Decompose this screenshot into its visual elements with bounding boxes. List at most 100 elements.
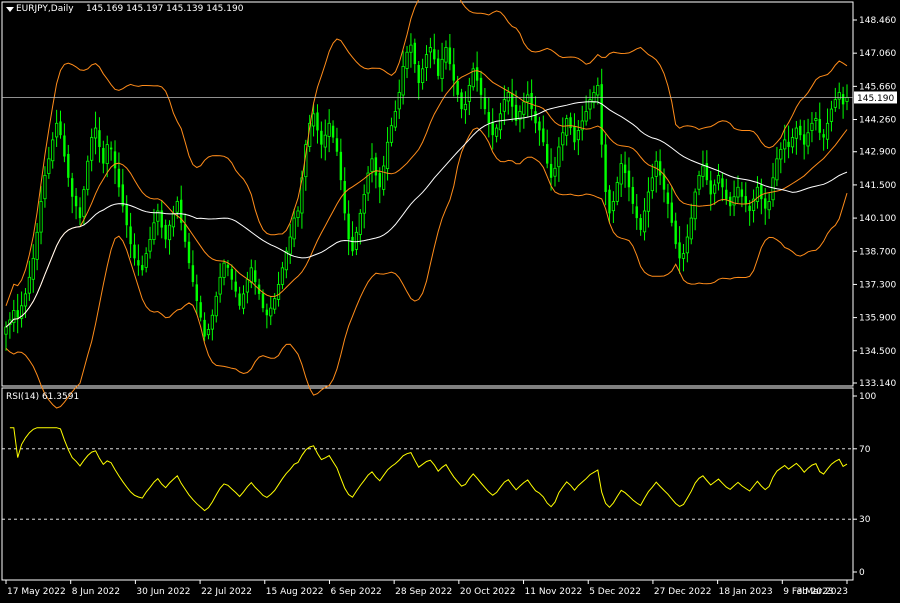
candle-body-down [545, 144, 549, 164]
price-axis-label: 141.500 [859, 181, 896, 191]
candle-body-up [323, 134, 327, 148]
candle-body-down [822, 134, 825, 138]
candle-body-up [783, 139, 787, 150]
candle-body-up [362, 193, 366, 214]
candle-body-down [238, 293, 241, 306]
candle-body-up [148, 239, 152, 252]
candle-body-down [483, 97, 487, 110]
triangle-down-icon[interactable] [6, 7, 14, 12]
candle-body-up [39, 201, 43, 233]
time-axis-label: 17 May 2022 [7, 587, 66, 597]
candle-body-down [433, 49, 436, 60]
candle-body-up [206, 329, 211, 336]
time-axis-label: 8 Jun 2022 [72, 587, 120, 597]
candle-body-down [316, 112, 319, 131]
candle-body-down [335, 138, 339, 152]
candle-body-down [129, 226, 132, 245]
moving-average-line [5, 101, 848, 328]
candle-body-down [378, 172, 381, 188]
candle-body-up [697, 175, 701, 190]
candle-body-up [837, 92, 841, 100]
candle-body-down [63, 135, 66, 157]
candle-body-up [82, 189, 86, 217]
candle-body-up [732, 196, 736, 206]
candle-body-up [685, 236, 689, 254]
candle-body-up [775, 158, 779, 181]
candle-body-down [137, 260, 140, 266]
symbol-label: EURJPY,Daily [16, 4, 74, 14]
candle-body-up [171, 212, 176, 228]
candle-body-up [296, 210, 300, 218]
candle-body-up [23, 293, 28, 307]
candle-body-up [55, 122, 59, 138]
candle-body-up [210, 314, 214, 330]
candle-body-down [740, 189, 744, 197]
candle-body-up [689, 217, 693, 240]
price-axis-label: 142.900 [859, 148, 896, 158]
candle-body-down [631, 186, 635, 204]
candle-body-up [701, 165, 705, 177]
candle-body-up [288, 236, 292, 255]
candle-body-up [401, 66, 405, 96]
candle-body-up [506, 92, 510, 102]
candle-body-up [311, 113, 316, 127]
candle-body-up [385, 141, 390, 169]
bollinger-lower-line [5, 127, 848, 409]
rsi-panel-frame [1, 387, 854, 581]
price-axis-label: 137.300 [859, 280, 896, 290]
candle-body-down [195, 284, 198, 302]
candle-body-up [767, 201, 771, 211]
candle-body-up [463, 103, 468, 111]
candle-body-up [557, 146, 561, 168]
candle-body-down [604, 144, 607, 193]
candle-body-down [448, 47, 452, 65]
candle-body-down [760, 184, 763, 200]
candle-body-up [522, 101, 526, 115]
candle-body-up [245, 279, 249, 293]
candle-body-down [764, 198, 767, 209]
candle-body-down [70, 178, 74, 197]
candle-body-down [436, 58, 440, 76]
candle-body-down [339, 151, 343, 181]
candle-body-down [460, 92, 463, 110]
candle-body-down [510, 92, 514, 107]
candle-body-down [226, 264, 230, 268]
candle-body-down [802, 134, 806, 145]
candle-body-up [584, 111, 588, 122]
time-axis-label: 6 Sep 2022 [330, 587, 381, 597]
candle-body-up [440, 58, 444, 80]
candle-body-down [347, 213, 350, 240]
candle-body-up [619, 163, 623, 185]
candle-body-up [833, 99, 837, 108]
candle-body-down [549, 163, 553, 178]
candle-body-up [370, 158, 374, 172]
candle-body-up [444, 47, 448, 63]
candle-body-down [662, 174, 666, 190]
candle-body-up [565, 118, 569, 136]
rsi-axis-label: 70 [859, 445, 871, 455]
candle-body-up [405, 51, 409, 69]
candle-body-down [639, 217, 642, 230]
candle-body-up [650, 177, 654, 192]
time-axis-label: 15 Aug 2022 [266, 587, 324, 597]
price-axis-label: 144.260 [859, 116, 896, 126]
chart-canvas[interactable]: 148.460 147.060 145.660 144.260 142.900 141.5… [0, 0, 900, 600]
rsi-axis-label: 0 [859, 568, 865, 578]
candle-body-up [421, 68, 425, 83]
candle-body-up [93, 127, 98, 139]
candle-body-up [27, 276, 31, 294]
candle-body-down [530, 93, 533, 110]
candle-body-down [573, 126, 576, 143]
rsi-axis-label: 30 [859, 515, 871, 525]
candle-body-down [799, 125, 802, 136]
candle-body-down [725, 189, 728, 200]
candle-body-down [538, 121, 541, 131]
candle-body-down [261, 293, 265, 309]
price-axis-label: 148.460 [859, 16, 896, 26]
candle-body-up [86, 160, 90, 190]
candle-body-down [74, 195, 78, 207]
candle-body-down [674, 220, 677, 245]
candle-body-down [709, 180, 712, 195]
candle-body-up [615, 182, 619, 202]
time-axis-label: 28 Sep 2022 [395, 587, 452, 597]
